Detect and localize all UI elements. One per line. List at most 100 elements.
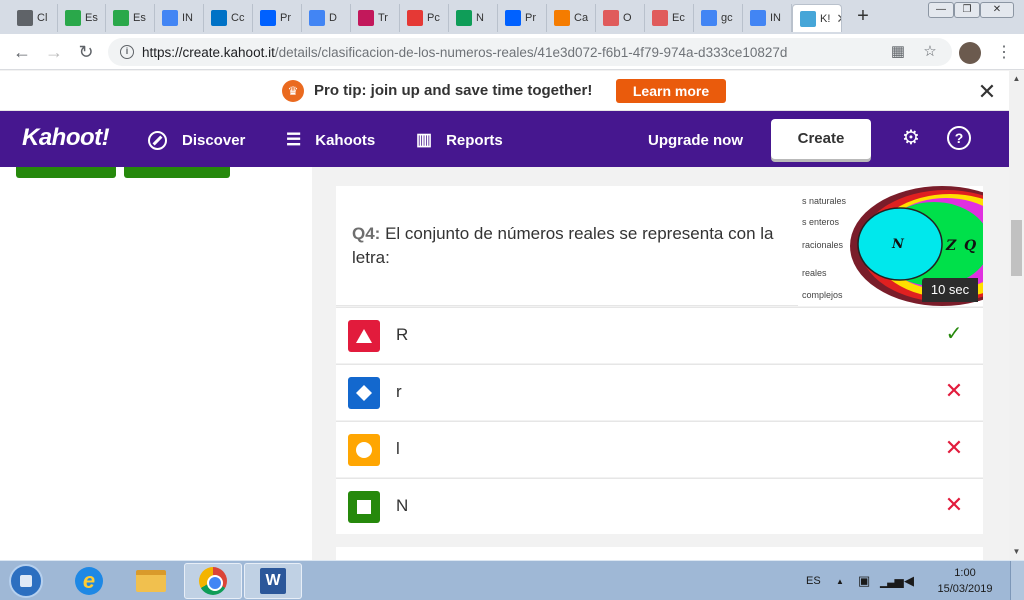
- image-label: racionales: [802, 240, 844, 250]
- tray-network-icon[interactable]: ▣: [858, 561, 870, 600]
- dropbox-icon: [505, 10, 521, 26]
- upgrade-now-link[interactable]: Upgrade now: [648, 129, 743, 151]
- translate-icon[interactable]: ▦: [888, 42, 908, 62]
- pro-tip-banner: ♛ Pro tip: join up and save time togethe…: [0, 71, 1009, 111]
- clock-date: 15/03/2019: [937, 583, 993, 595]
- reload-button[interactable]: ↻: [76, 42, 96, 62]
- create-button[interactable]: Create: [771, 119, 871, 159]
- scrollbar-thumb[interactable]: [1011, 220, 1022, 276]
- browser-tab[interactable]: D: [302, 4, 351, 32]
- browser-tab[interactable]: O: [596, 4, 645, 32]
- square-icon: [348, 491, 380, 523]
- edmodo-icon: [65, 10, 81, 26]
- s-icon: [652, 10, 668, 26]
- back-button[interactable]: ←: [12, 42, 32, 62]
- kahoot-logo[interactable]: Kahoot!: [22, 124, 110, 152]
- taskbar-chrome[interactable]: [184, 563, 242, 599]
- time-limit-badge: 10 sec: [922, 278, 978, 302]
- tray-volume-icon[interactable]: ◀: [904, 561, 914, 600]
- new-tab-button[interactable]: +: [852, 5, 874, 27]
- browser-tab[interactable]: Pr: [498, 4, 547, 32]
- browser-tab[interactable]: Tr: [351, 4, 400, 32]
- maximize-button[interactable]: ❐: [954, 2, 980, 18]
- show-desktop-button[interactable]: [1010, 561, 1024, 600]
- address-bar: ← → ↻ i https://create.kahoot.it/details…: [0, 34, 1024, 70]
- question-image: s naturales s enteros racionales reales …: [798, 186, 983, 306]
- google-icon: [750, 10, 766, 26]
- browser-tab[interactable]: Es: [58, 4, 106, 32]
- image-label: s naturales: [802, 196, 847, 206]
- question-body: El conjunto de números reales se represe…: [352, 224, 774, 267]
- left-panel: [0, 167, 312, 560]
- url-field[interactable]: i https://create.kahoot.it/details/clasi…: [108, 38, 952, 66]
- language-indicator[interactable]: ES: [806, 561, 821, 600]
- browser-tab[interactable]: gc: [694, 4, 743, 32]
- settings-gear-icon[interactable]: ⚙: [899, 126, 923, 150]
- tray-signal-icon[interactable]: ▁▃▅: [880, 561, 904, 600]
- answer-text: l: [396, 439, 400, 458]
- next-question-card: [336, 547, 983, 560]
- browser-tab-label: gc: [721, 12, 733, 24]
- bookmark-star-icon[interactable]: ☆: [920, 42, 940, 62]
- crown-icon: ♛: [282, 80, 304, 102]
- taskbar-ie[interactable]: e: [60, 563, 118, 599]
- question-text: Q4: El conjunto de números reales se rep…: [352, 222, 782, 270]
- forward-button[interactable]: →: [44, 42, 64, 62]
- correct-check-icon: ✓: [945, 323, 963, 345]
- learn-more-button[interactable]: Learn more: [616, 79, 726, 103]
- browser-tab[interactable]: Cl: [10, 4, 58, 32]
- nav-discover[interactable]: Discover: [148, 129, 245, 151]
- browser-tab[interactable]: Ec: [645, 4, 694, 32]
- close-icon[interactable]: ✕: [975, 79, 999, 105]
- green-button-left[interactable]: [16, 167, 116, 178]
- browser-tab[interactable]: IN: [155, 4, 204, 32]
- google-icon: [701, 10, 717, 26]
- browser-tab-label: K!: [820, 12, 831, 25]
- system-clock[interactable]: 1:00 15/03/2019: [930, 565, 1000, 597]
- tab-close-icon[interactable]: ✕: [836, 11, 841, 27]
- bar-chart-icon: ▥: [416, 130, 433, 149]
- browser-tab[interactable]: IN: [743, 4, 792, 32]
- nav-reports[interactable]: ▥ Reports: [416, 129, 503, 151]
- internet-explorer-icon: e: [75, 567, 103, 595]
- answer-row: N ✕: [336, 478, 983, 534]
- browser-tab[interactable]: N: [449, 4, 498, 32]
- help-icon[interactable]: ?: [947, 126, 971, 150]
- incorrect-x-icon: ✕: [944, 378, 964, 403]
- info-icon[interactable]: i: [120, 45, 134, 59]
- browser-tab-label: IN: [182, 12, 193, 24]
- taskbar-word[interactable]: W: [244, 563, 302, 599]
- scroll-up-arrow[interactable]: ▲: [1009, 71, 1024, 86]
- profile-avatar[interactable]: [959, 42, 981, 64]
- browser-tab-label: Tr: [378, 12, 388, 24]
- close-window-button[interactable]: ✕: [980, 2, 1014, 18]
- browser-tab-label: N: [476, 12, 484, 24]
- docs-icon: [309, 10, 325, 26]
- set-letter-q: Q: [964, 238, 976, 254]
- minimize-button[interactable]: —: [928, 2, 954, 18]
- answer-text: N: [396, 496, 409, 515]
- menu-kebab-icon[interactable]: ⋮: [996, 42, 1012, 64]
- browser-tab[interactable]: Cc: [204, 4, 253, 32]
- green-button-right[interactable]: [124, 167, 230, 178]
- browser-tab[interactable]: Ca: [547, 4, 596, 32]
- list-icon: ☰: [286, 130, 302, 149]
- incorrect-x-icon: ✕: [944, 435, 964, 460]
- tray-expand-icon[interactable]: ▲: [836, 561, 844, 600]
- drive-icon: [456, 10, 472, 26]
- browser-tab[interactable]: Pc: [400, 4, 449, 32]
- taskbar-explorer[interactable]: [122, 563, 180, 599]
- browser-tab-label: Ca: [574, 12, 589, 24]
- scroll-down-arrow[interactable]: ▼: [1009, 544, 1024, 559]
- answer-row: r ✕: [336, 364, 983, 420]
- nav-kahoots-label: Kahoots: [315, 131, 376, 149]
- browser-tab[interactable]: Es: [106, 4, 155, 32]
- browser-tab[interactable]: Pr: [253, 4, 302, 32]
- nav-kahoots[interactable]: ☰ Kahoots: [286, 129, 375, 151]
- browser-tab-label: D: [329, 12, 337, 24]
- browser-tab[interactable]: K! ✕: [792, 4, 842, 32]
- start-button[interactable]: [9, 564, 43, 598]
- browser-tab-label: IN: [770, 12, 781, 24]
- scrollbar-track[interactable]: [1009, 71, 1024, 560]
- url-host: https://create.kahoot.it: [142, 44, 275, 60]
